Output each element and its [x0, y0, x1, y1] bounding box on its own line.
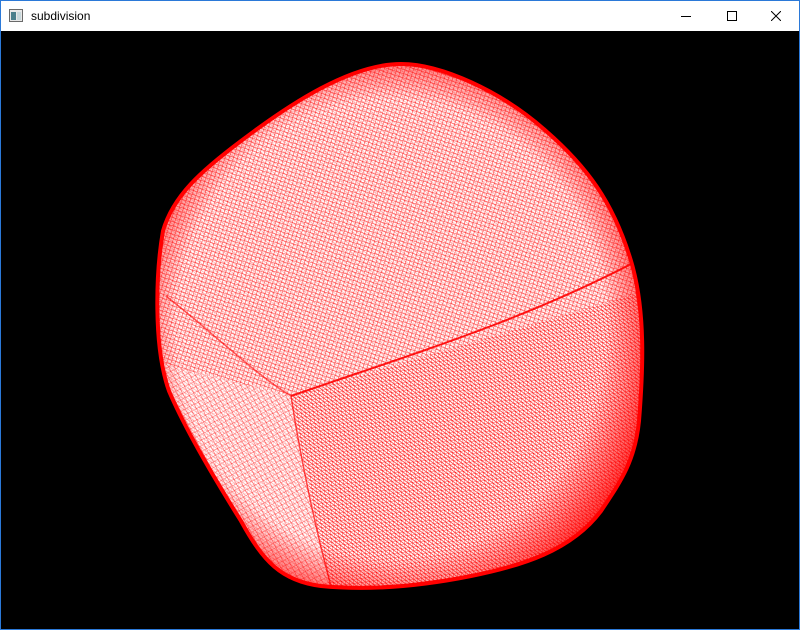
app-icon[interactable] — [9, 9, 23, 22]
window-title: subdivision — [31, 9, 91, 23]
mesh-surface — [157, 64, 643, 588]
close-button[interactable] — [753, 1, 799, 31]
maximize-button[interactable] — [709, 1, 755, 31]
wireframe-mesh — [155, 62, 645, 590]
close-icon — [771, 11, 781, 21]
render-viewport[interactable] — [1, 31, 799, 629]
maximize-icon — [727, 11, 737, 21]
title-bar[interactable]: subdivision — [1, 1, 799, 31]
app-window: subdivision — [0, 0, 800, 630]
minimize-icon — [681, 16, 691, 17]
minimize-button[interactable] — [663, 1, 709, 31]
